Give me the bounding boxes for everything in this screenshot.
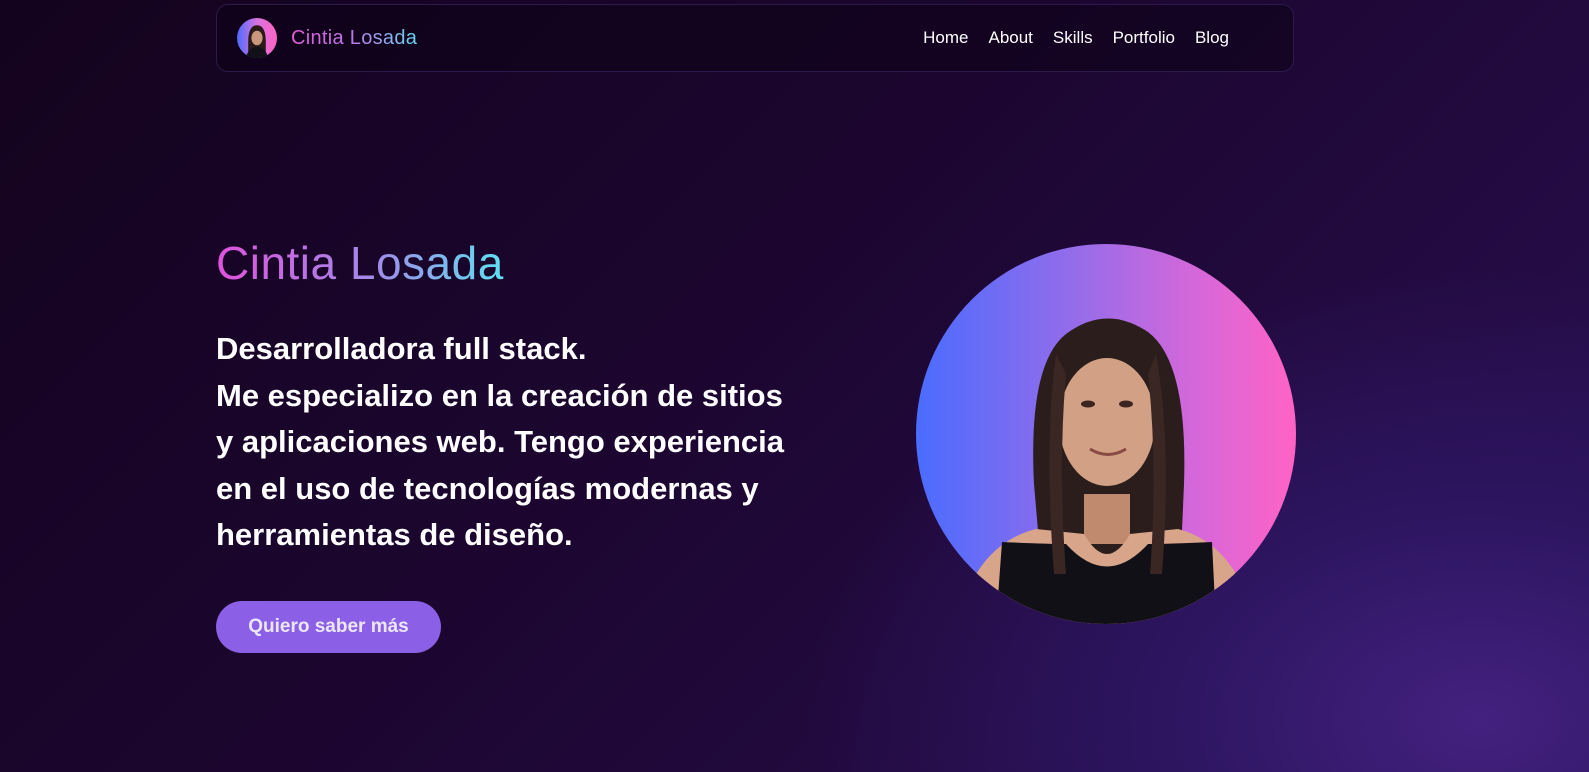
hero-line-5: herramientas de diseño. xyxy=(216,517,573,552)
avatar-portrait-icon xyxy=(245,25,269,58)
hero-line-2: Me especializo en la creación de sitios xyxy=(216,377,783,413)
nav-link-blog[interactable]: Blog xyxy=(1195,28,1229,48)
brand-name: Cintia Losada xyxy=(291,26,418,49)
hero-description: Desarrolladora full stack. Me especializ… xyxy=(216,326,856,559)
nav-link-portfolio[interactable]: Portfolio xyxy=(1113,28,1175,48)
brand[interactable]: Cintia Losada xyxy=(237,18,417,58)
nav-links: Home About Skills Portfolio Blog xyxy=(923,28,1229,48)
portrait-person-icon xyxy=(956,318,1256,624)
avatar xyxy=(237,18,277,58)
nav-link-about[interactable]: About xyxy=(988,28,1032,48)
hero-line-3: y aplicaciones web. Tengo experiencia xyxy=(216,424,784,459)
hero-portrait xyxy=(916,244,1296,624)
nav-link-skills[interactable]: Skills xyxy=(1053,28,1093,48)
hero-line-1: Desarrolladora full stack. xyxy=(216,331,587,366)
hero-name: Cintia Losada xyxy=(216,237,504,289)
hero-line-4: en el uso de tecnologías modernas y xyxy=(216,470,759,506)
cta-button[interactable]: Quiero saber más xyxy=(216,601,441,653)
navbar: Cintia Losada Home About Skills Portfoli… xyxy=(216,4,1294,72)
nav-link-home[interactable]: Home xyxy=(923,28,968,48)
